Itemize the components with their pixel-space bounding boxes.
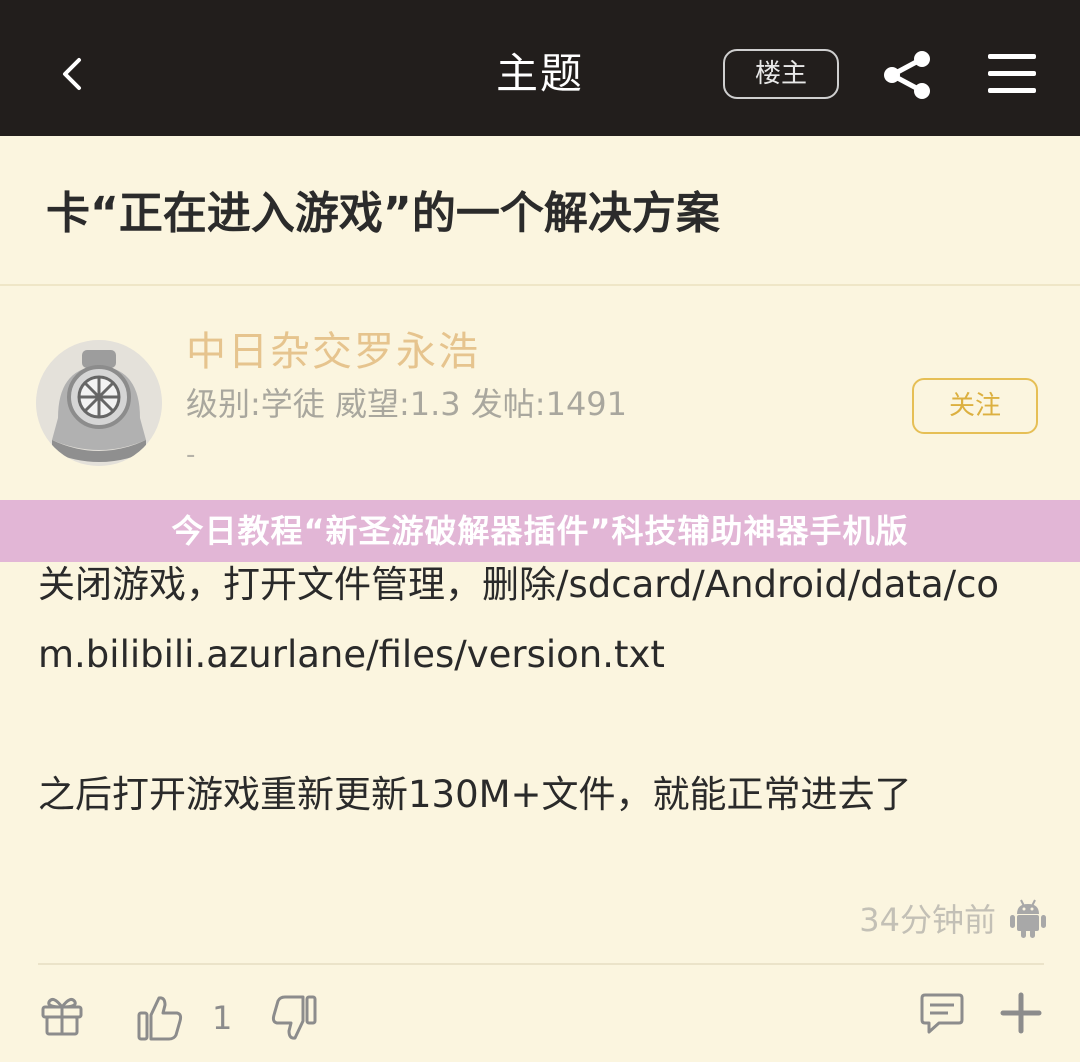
share-button[interactable]: [880, 48, 936, 102]
post-content: 关闭游戏，打开文件管理，删除/sdcard/Android/data/com.b…: [38, 550, 1028, 830]
follow-button[interactable]: 关注: [912, 378, 1038, 434]
share-icon: [884, 51, 930, 99]
reward-button[interactable]: [36, 990, 88, 1040]
thread-title-area: 卡“正在进入游戏”的一个解决方案: [0, 136, 1080, 286]
divider: [38, 963, 1044, 965]
author-name[interactable]: 中日杂交罗永浩: [186, 324, 480, 380]
overlay-banner: 今日教程“新圣游破解器插件”科技辅助神器手机版: [0, 500, 1080, 562]
comment-button[interactable]: [916, 988, 968, 1038]
thumbs-up-icon: [137, 996, 183, 1041]
plus-icon: [1000, 992, 1042, 1034]
like-button[interactable]: [132, 990, 188, 1046]
android-icon: [1010, 899, 1046, 938]
post-meta: 34分钟前: [859, 896, 1046, 940]
gift-icon: [41, 997, 83, 1036]
thumbs-down-icon: [271, 995, 317, 1040]
op-only-button[interactable]: 楼主: [723, 49, 839, 99]
more-button[interactable]: [996, 988, 1046, 1038]
comment-icon: [920, 993, 964, 1034]
post-time: 34分钟前: [859, 901, 996, 939]
avatar[interactable]: [36, 340, 162, 466]
author-stats: 级别:学徒 威望:1.3 发帖:1491: [186, 385, 628, 423]
menu-icon: [988, 54, 1036, 93]
post-paragraph: 关闭游戏，打开文件管理，删除/sdcard/Android/data/com.b…: [38, 563, 1000, 676]
author-signature: -: [186, 440, 196, 470]
top-bar: 主题 楼主: [0, 0, 1080, 136]
dislike-button[interactable]: [266, 990, 322, 1046]
like-count: 1: [212, 999, 233, 1037]
diving-helmet-icon: [36, 340, 162, 466]
menu-button[interactable]: [984, 48, 1040, 100]
thread-title: 卡“正在进入游戏”的一个解决方案: [46, 188, 720, 239]
post-paragraph: 之后打开游戏重新更新130M+文件，就能正常进去了: [38, 773, 912, 816]
